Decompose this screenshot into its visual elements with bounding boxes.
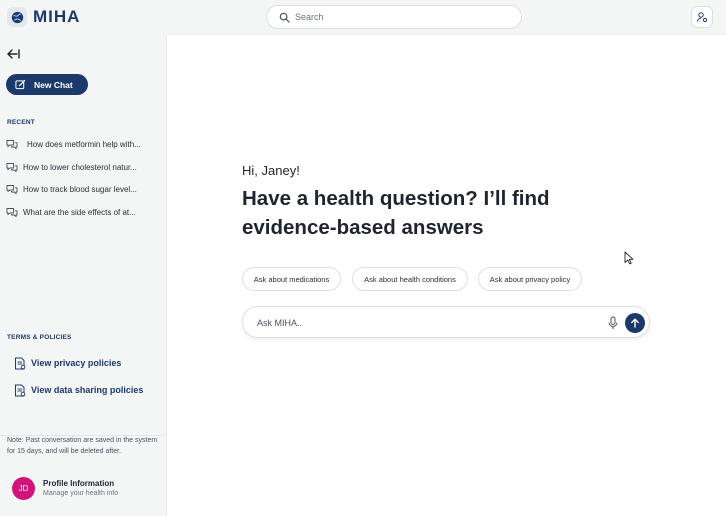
chat-bubbles-icon xyxy=(6,139,18,149)
suggestion-medications-button[interactable]: Ask about medications xyxy=(242,267,341,291)
suggestion-conditions-button[interactable]: Ask about health conditions xyxy=(352,267,468,291)
user-settings-icon xyxy=(697,12,708,23)
greeting: Hi, Janey! xyxy=(242,163,300,178)
collapse-left-icon[interactable] xyxy=(6,48,20,60)
recent-chat-label: How to track blood sugar level... xyxy=(23,184,137,194)
document-icon xyxy=(15,384,26,396)
account-settings-button[interactable] xyxy=(691,6,713,28)
recent-chat-item[interactable]: How to lower cholesterol natur... xyxy=(6,160,162,174)
privacy-policies-link[interactable]: View privacy policies xyxy=(14,355,121,371)
sidebar: New Chat RECENT How does metformin help … xyxy=(0,35,167,516)
profile-card[interactable]: JD Profile Information Manage your healt… xyxy=(12,477,162,501)
send-button[interactable] xyxy=(625,313,645,333)
document-icon xyxy=(15,357,26,369)
search-icon xyxy=(279,12,290,23)
data-sharing-policies-link[interactable]: View data sharing policies xyxy=(14,382,143,398)
new-chat-button[interactable]: New Chat xyxy=(6,74,88,95)
recent-chat-label: How to lower cholesterol natur... xyxy=(23,162,137,172)
chat-bubbles-icon xyxy=(6,184,18,194)
recent-chat-item[interactable]: What are the side effects of at... xyxy=(6,205,162,219)
privacy-policies-label: View privacy policies xyxy=(31,358,122,368)
suggestion-privacy-button[interactable]: Ask about privacy policy xyxy=(478,267,582,291)
new-chat-label: New Chat xyxy=(34,79,73,90)
policies-heading: TERMS & POLICIES xyxy=(7,334,72,341)
chat-bubbles-icon xyxy=(6,162,18,172)
recent-heading: RECENT xyxy=(7,119,35,126)
recent-chat-item[interactable]: How does metformin help with... xyxy=(6,137,162,151)
mouse-cursor-icon xyxy=(624,251,634,265)
recent-chat-item[interactable]: How to track blood sugar level... xyxy=(6,182,162,196)
retention-note: Note: Past conversation are saved in the… xyxy=(7,437,158,455)
ask-input[interactable] xyxy=(257,315,597,331)
page-headline: Have a health question? I’ll find eviden… xyxy=(242,187,550,239)
globe-logo-icon[interactable] xyxy=(7,7,27,27)
edit-icon xyxy=(15,79,26,90)
top-bar: MIHA xyxy=(0,0,726,35)
profile-subtitle: Manage your health info xyxy=(43,490,119,497)
data-sharing-policies-label: View data sharing policies xyxy=(31,385,144,395)
search-input[interactable] xyxy=(295,9,505,25)
recent-chat-label: What are the side effects of at... xyxy=(23,207,136,217)
ask-box[interactable] xyxy=(242,306,650,338)
avatar[interactable]: JD xyxy=(12,477,35,500)
search-bar[interactable] xyxy=(266,5,522,29)
chat-bubbles-icon xyxy=(6,207,18,217)
profile-title: Profile Information xyxy=(43,479,115,488)
recent-chat-label: How does metformin help with... xyxy=(27,139,141,149)
app-brand[interactable]: MIHA xyxy=(33,7,80,27)
arrow-up-icon xyxy=(631,318,639,328)
microphone-icon[interactable] xyxy=(607,316,619,330)
